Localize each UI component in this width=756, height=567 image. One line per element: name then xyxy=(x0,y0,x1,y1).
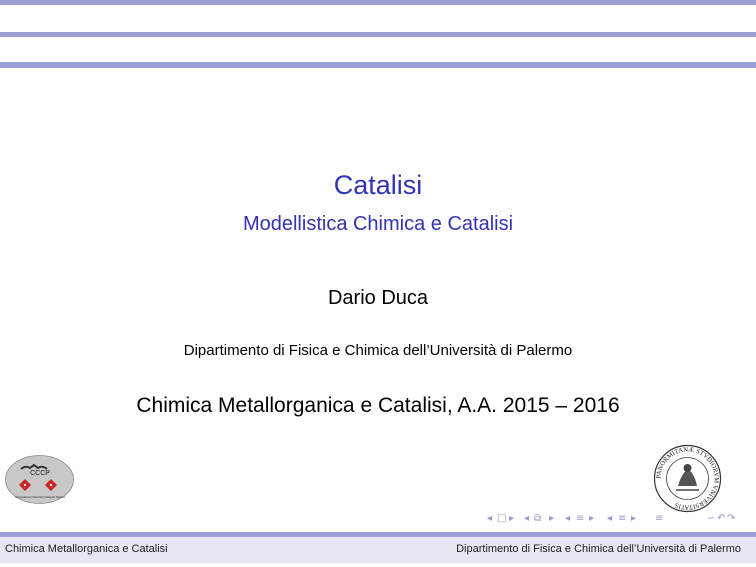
nav-section-icon[interactable]: ≡ xyxy=(576,512,584,526)
header-bar-1 xyxy=(0,0,756,5)
university-seal-logo: PANORMITANÆ STVDIORVM VNIVERSITATIS xyxy=(652,444,723,513)
nav-search-icon[interactable]: ∽ xyxy=(707,512,715,526)
svg-text:CCCP: CCCP xyxy=(30,470,50,477)
nav-left-arrow-icon[interactable]: ◂ xyxy=(524,512,529,526)
nav-appendix-icon[interactable]: ≡ xyxy=(655,512,663,526)
nav-right-arrow-icon[interactable]: ▸ xyxy=(549,512,554,526)
nav-back-icon[interactable]: ↶ xyxy=(717,512,725,526)
cccp-logo: CCCP Computational Chemistry Catalysis P… xyxy=(5,455,74,504)
nav-frame-icon[interactable]: □ xyxy=(497,512,506,526)
nav-left-arrow-icon[interactable]: ◂ xyxy=(487,512,492,526)
navigation-bar: ◂ □ ▸ ◂ ⧉ ▸ ◂ ≡ ▸ ◂ ≡ ▸ ≡ ∽ ↶ ↷ xyxy=(487,512,747,526)
slide-subtitle: Modellistica Chimica e Catalisi xyxy=(242,213,514,235)
footer: Chimica Metallorganica e Catalisi Dipart… xyxy=(0,537,756,563)
nav-left-arrow-icon[interactable]: ◂ xyxy=(565,512,570,526)
nav-subsection-icon[interactable]: ⧉ xyxy=(534,512,541,526)
header-bar-2 xyxy=(0,32,756,37)
slide-author: Dario Duca xyxy=(327,287,429,309)
footer-left-text: Chimica Metallorganica e Catalisi xyxy=(5,543,168,555)
slide-title: Catalisi xyxy=(333,170,423,200)
nav-left-arrow-icon[interactable]: ◂ xyxy=(607,512,612,526)
slide-institute: Dipartimento di Fisica e Chimica dell’Un… xyxy=(183,342,573,359)
slide-date: Chimica Metallorganica e Catalisi, A.A. … xyxy=(136,394,620,417)
nav-document-icon[interactable]: ≡ xyxy=(618,512,626,526)
nav-forward-icon[interactable]: ↷ xyxy=(727,512,735,526)
nav-right-arrow-icon[interactable]: ▸ xyxy=(589,512,594,526)
nav-right-arrow-icon[interactable]: ▸ xyxy=(509,512,514,526)
header-bar-3 xyxy=(0,62,756,68)
svg-text:Computational Chemistry Cataly: Computational Chemistry Catalysis Palerm… xyxy=(15,495,66,499)
nav-right-arrow-icon[interactable]: ▸ xyxy=(631,512,636,526)
footer-right-text: Dipartimento di Fisica e Chimica dell’Un… xyxy=(456,543,741,555)
